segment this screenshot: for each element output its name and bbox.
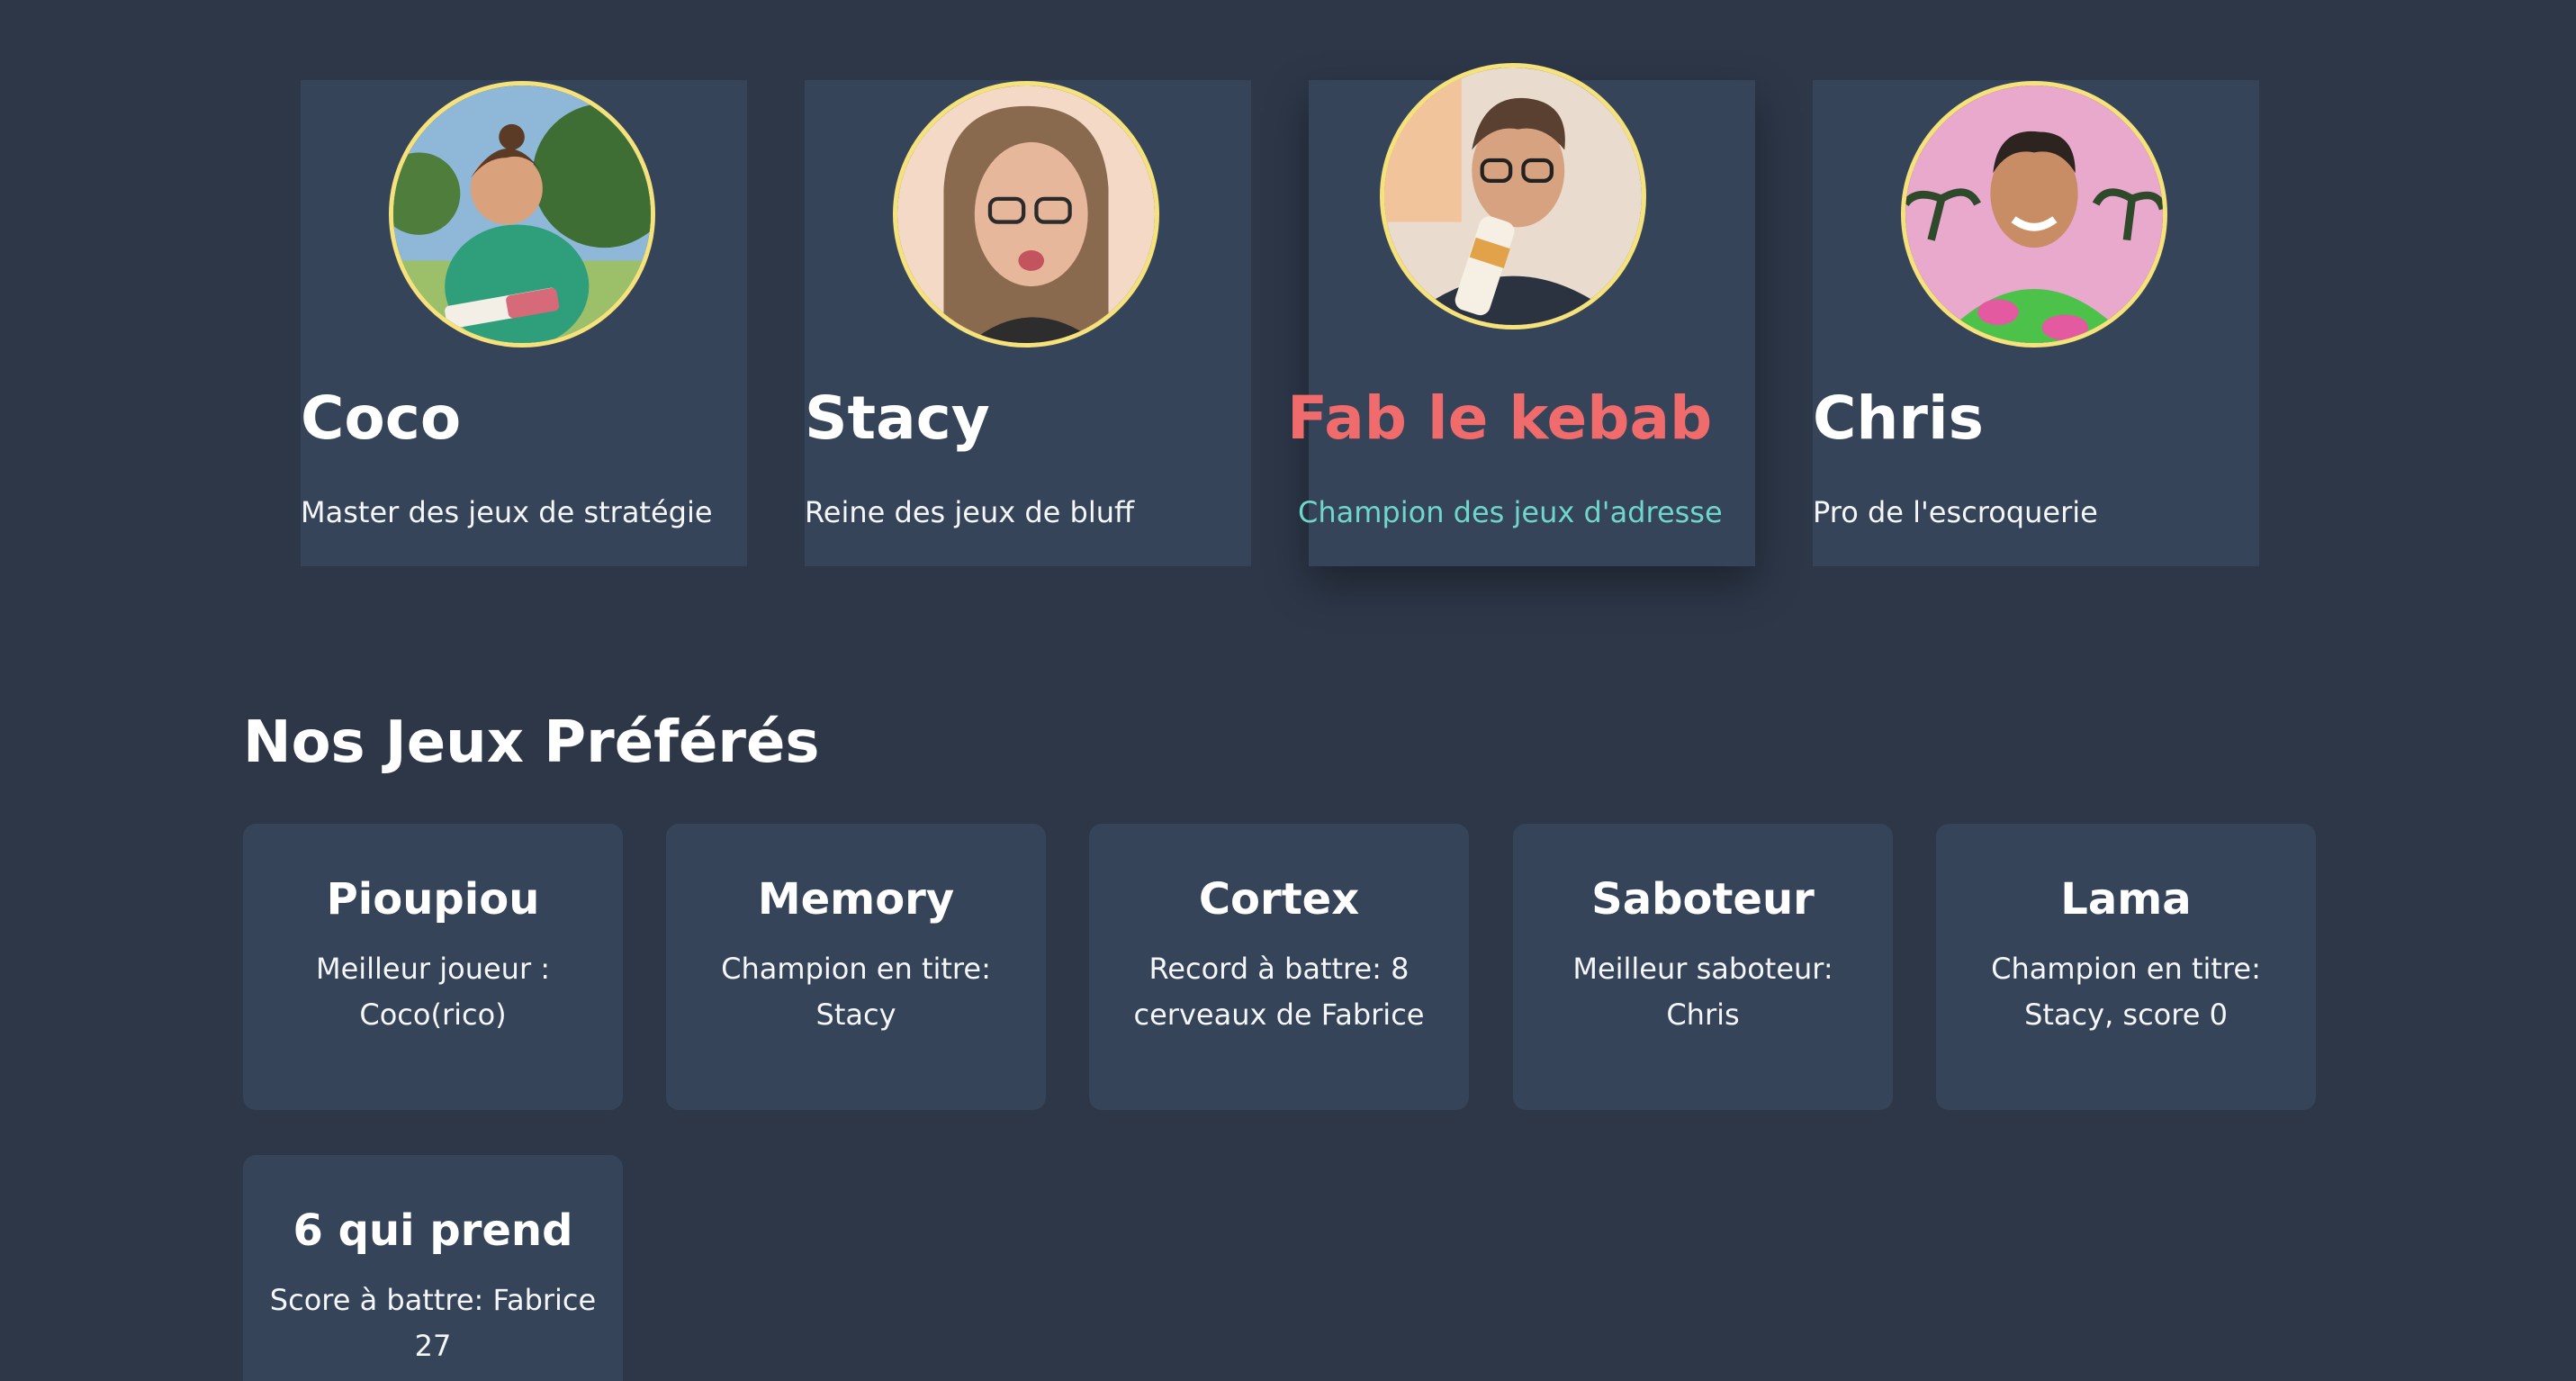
member-name: Coco	[301, 384, 462, 453]
game-description: cerveaux de Fabrice	[1133, 997, 1425, 1032]
game-title: Lama	[2060, 874, 2192, 925]
page: Coco Master des jeux de stratégie Stacy …	[0, 0, 2576, 1381]
game-card-memory[interactable]: Memory Champion en titre: Stacy	[666, 824, 1046, 1110]
section-title: Nos Jeux Préférés	[243, 709, 820, 776]
avatar	[893, 81, 1159, 348]
game-description: Record à battre: 8	[1148, 952, 1410, 986]
member-title: Champion des jeux d'adresse	[1298, 495, 1723, 529]
game-description: Stacy	[815, 997, 896, 1032]
game-card-cortex[interactable]: Cortex Record à battre: 8 cerveaux de Fa…	[1089, 824, 1469, 1110]
member-title: Pro de l'escroquerie	[1813, 495, 2098, 529]
game-description: Meilleur joueur :	[315, 952, 551, 986]
game-description: Chris	[1666, 997, 1740, 1032]
game-title: Memory	[757, 874, 955, 925]
game-title: Pioupiou	[326, 874, 540, 925]
game-title: Cortex	[1198, 874, 1360, 925]
woman-glasses-portrait-icon	[897, 86, 1155, 343]
game-description: Score à battre: Fabrice	[269, 1283, 597, 1317]
game-description: Meilleur saboteur:	[1572, 952, 1833, 986]
avatar	[389, 81, 655, 348]
man-glasses-portrait-icon	[1384, 68, 1642, 325]
member-title: Reine des jeux de bluff	[805, 495, 1135, 529]
avatar	[1380, 63, 1646, 329]
game-description: Champion en titre:	[721, 952, 991, 986]
game-description: Champion en titre:	[1991, 952, 2261, 986]
game-description: 27	[414, 1329, 452, 1363]
game-card-lama[interactable]: Lama Champion en titre: Stacy, score 0	[1936, 824, 2316, 1110]
game-card-pioupiou[interactable]: Pioupiou Meilleur joueur : Coco(rico)	[243, 824, 623, 1110]
member-name: Chris	[1813, 384, 1984, 453]
member-title: Master des jeux de stratégie	[301, 495, 713, 529]
game-description: Stacy, score 0	[2024, 997, 2228, 1032]
member-name: Stacy	[805, 384, 990, 453]
man-green-hoodie-portrait-icon	[1905, 86, 2163, 343]
avatar	[1901, 81, 2167, 348]
game-description: Coco(rico)	[359, 997, 507, 1032]
member-name: Fab le kebab	[1287, 384, 1713, 453]
game-title: Saboteur	[1591, 874, 1815, 925]
game-card-saboteur[interactable]: Saboteur Meilleur saboteur: Chris	[1513, 824, 1893, 1110]
game-title: 6 qui prend	[293, 1205, 573, 1256]
woman-outdoor-portrait-icon	[393, 86, 651, 343]
game-card-6-qui-prend[interactable]: 6 qui prend Score à battre: Fabrice 27	[243, 1155, 623, 1381]
